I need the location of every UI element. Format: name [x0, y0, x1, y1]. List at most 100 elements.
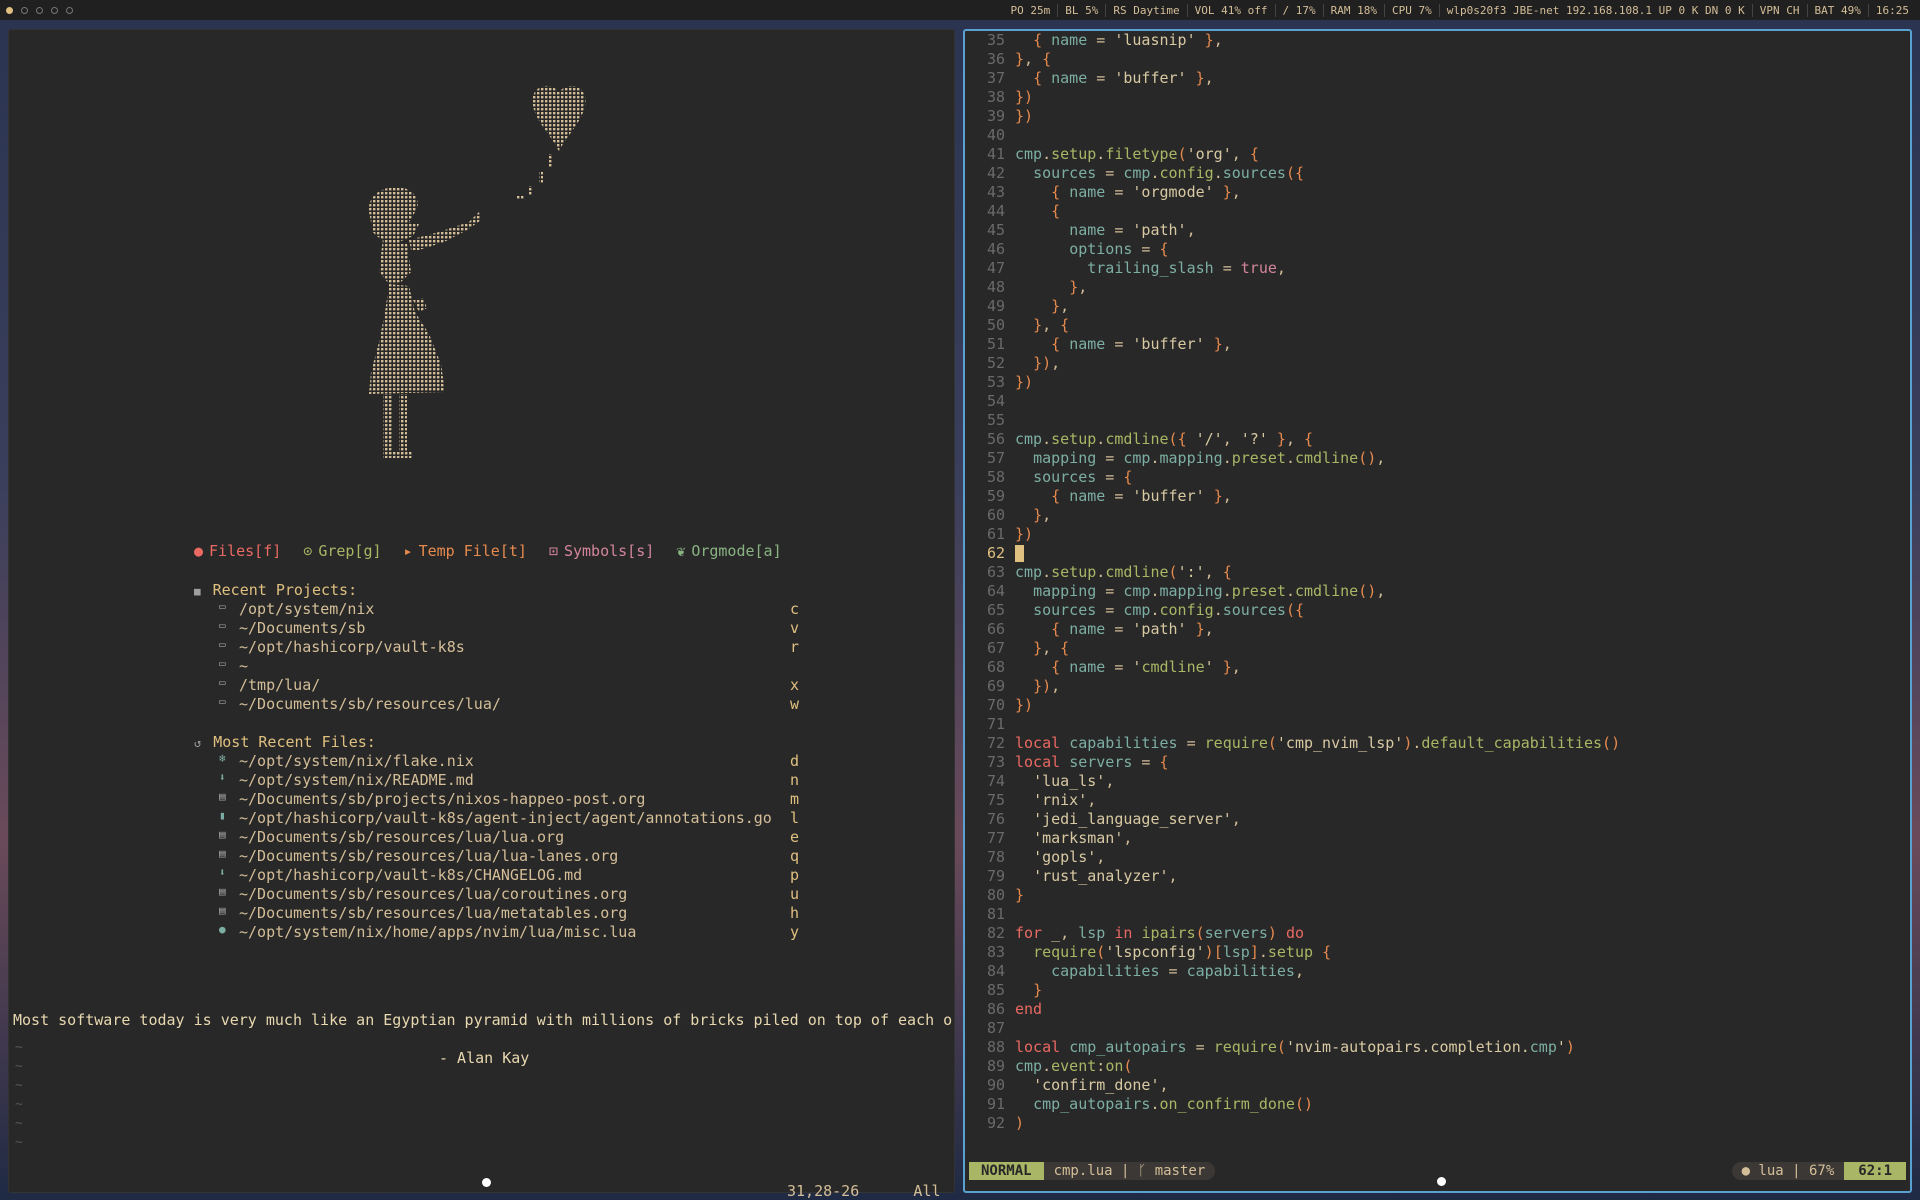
code-line[interactable]: 60 }, [965, 506, 1910, 525]
code-line[interactable]: 48 }, [965, 278, 1910, 297]
recent-file-item[interactable]: ❄ ~/opt/system/nix/flake.nix d [219, 752, 799, 770]
code-line[interactable]: 57 mapping = cmp.mapping.preset.cmdline(… [965, 449, 1910, 468]
line-text: { name = 'buffer' }, [1051, 487, 1232, 505]
code-line[interactable]: 43 { name = 'orgmode' }, [965, 183, 1910, 202]
recent-project-item[interactable]: ▭ /tmp/lua/x [219, 676, 799, 694]
code-line[interactable]: 61}) [965, 525, 1910, 544]
workspace-1-icon[interactable] [6, 6, 13, 14]
code-line[interactable]: 54 [965, 392, 1910, 411]
code-line[interactable]: 39}) [965, 107, 1910, 126]
workspace-5-icon[interactable] [66, 6, 73, 14]
code-line[interactable]: 71 [965, 715, 1910, 734]
code-line[interactable]: 58 sources = { [965, 468, 1910, 487]
file-type-icon: ▤ [219, 885, 226, 898]
code-line[interactable]: 81 [965, 905, 1910, 924]
recent-file-item[interactable]: ● ~/opt/system/nix/home/apps/nvim/lua/mis… [219, 923, 799, 941]
line-number: 80 [986, 886, 1005, 904]
line-text: sources = cmp.config.sources({ [1033, 601, 1304, 619]
status-item: / 17% [1276, 3, 1324, 17]
code-line[interactable]: 74 'lua_ls', [965, 772, 1910, 791]
line-number: 87 [986, 1019, 1005, 1037]
code-line[interactable]: 56 cmp.setup.cmdline({ '/', '?' }, { [965, 430, 1910, 449]
recent-project-item[interactable]: ▭ /opt/system/nix c [219, 600, 799, 618]
code-line[interactable]: 42 sources = cmp.config.sources({ [965, 164, 1910, 183]
code-line[interactable]: 86 end [965, 1000, 1910, 1019]
code-line[interactable]: 76 'jedi_language_server', [965, 810, 1910, 829]
files-button[interactable]: ● Files[f] [194, 542, 281, 560]
recent-project-item[interactable]: ▭ ~/Documents/sb v [219, 619, 799, 637]
code-line[interactable]: 46 options = { [965, 240, 1910, 259]
code-line[interactable]: 73 local servers = { [965, 753, 1910, 772]
recent-project-item[interactable]: ▭ ~ [219, 657, 799, 675]
grep-label: Grep[g] [318, 542, 382, 560]
recent-file-item[interactable]: ▤ ~/Documents/sb/resources/lua/coroutines… [219, 885, 799, 903]
dashboard-pane[interactable]: ● Files[f] ⊙ Grep[g] ▸ Temp File[t] ⊡ Symbol… [8, 29, 955, 1200]
recent-file-item[interactable]: ▤ ~/Documents/sb/resources/lua/lua-lanes.… [219, 847, 799, 865]
workspace-4-icon[interactable] [51, 6, 58, 14]
code-line[interactable]: 62 [965, 544, 1910, 563]
code-line[interactable]: 66 { name = 'path' }, [965, 620, 1910, 639]
code-line[interactable]: 50 }, { [965, 316, 1910, 335]
line-number: 74 [986, 772, 1005, 790]
code-line[interactable]: 35 { name = 'luasnip' }, [965, 31, 1910, 50]
code-line[interactable]: 92) [965, 1114, 1910, 1133]
code-line[interactable]: 36}, { [965, 50, 1910, 69]
code-line[interactable]: 85 } [965, 981, 1910, 1000]
recent-file-item[interactable]: ▮ ~/opt/hashicorp/vault-k8s/agent-inject/… [219, 809, 799, 827]
workspace-2-icon[interactable] [21, 6, 28, 14]
code-line[interactable]: 67 }, { [965, 639, 1910, 658]
code-line[interactable]: 55 [965, 411, 1910, 430]
recent-file-item[interactable]: ▤ ~/Documents/sb/projects/nixos-happeo-po… [219, 790, 799, 808]
code-line[interactable]: 68 { name = 'cmdline' }, [965, 658, 1910, 677]
code-line[interactable]: 89 cmp.event:on( [965, 1057, 1910, 1076]
workspace-indicators[interactable] [0, 6, 73, 14]
code-line[interactable]: 49 }, [965, 297, 1910, 316]
recent-file-item[interactable]: ⬇ ~/opt/hashicorp/vault-k8s/CHANGELOG.md p [219, 866, 799, 884]
code-line[interactable]: 80} [965, 886, 1910, 905]
code-line[interactable]: 69 }), [965, 677, 1910, 696]
temp-file-button[interactable]: ▸ Temp File[t] [404, 542, 527, 560]
code-line[interactable]: 59 { name = 'buffer' }, [965, 487, 1910, 506]
code-line[interactable]: 41 cmp.setup.filetype('org', { [965, 145, 1910, 164]
recent-file-item[interactable]: ▤ ~/Documents/sb/resources/lua/lua.org e [219, 828, 799, 846]
code-line[interactable]: 83 require('lspconfig')[lsp].setup { [965, 943, 1910, 962]
code-line[interactable]: 78 'gopls', [965, 848, 1910, 867]
code-line[interactable]: 88 local cmp_autopairs = require('nvim-au… [965, 1038, 1910, 1057]
grep-button[interactable]: ⊙ Grep[g] [303, 542, 381, 560]
file-type-icon: ▤ [219, 828, 226, 841]
code-line[interactable]: 84 capabilities = capabilities, [965, 962, 1910, 981]
recent-project-item[interactable]: ▭ ~/opt/hashicorp/vault-k8s r [219, 638, 799, 656]
empty-line-marker: ~ [15, 1059, 23, 1074]
code-line[interactable]: 75 'rnix', [965, 791, 1910, 810]
recent-file-item[interactable]: ▤ ~/Documents/sb/resources/lua/metatables… [219, 904, 799, 922]
editor-pane[interactable]: 35 { name = 'luasnip' }, 36}, {37 { name … [963, 29, 1912, 1193]
code-line[interactable]: 70}) [965, 696, 1910, 715]
code-line[interactable]: 37 { name = 'buffer' }, [965, 69, 1910, 88]
orgmode-button[interactable]: ❦ Orgmode[a] [676, 542, 781, 560]
code-line[interactable]: 90 'confirm_done', [965, 1076, 1910, 1095]
workspace-3-icon[interactable] [36, 6, 43, 14]
code-line[interactable]: 63 cmp.setup.cmdline(':', { [965, 563, 1910, 582]
symbols-button[interactable]: ⊡ Symbols[s] [549, 542, 654, 560]
code-buffer[interactable]: 35 { name = 'luasnip' }, 36}, {37 { name … [965, 31, 1910, 1136]
code-line[interactable]: 38}) [965, 88, 1910, 107]
code-line[interactable]: 65 sources = cmp.config.sources({ [965, 601, 1910, 620]
recent-project-item[interactable]: ▭ ~/Documents/sb/resources/lua/w [219, 695, 799, 713]
code-line[interactable]: 51 { name = 'buffer' }, [965, 335, 1910, 354]
code-line[interactable]: 52 }), [965, 354, 1910, 373]
line-number: 67 [986, 639, 1005, 657]
code-line[interactable]: 87 [965, 1019, 1910, 1038]
project-icon: ▭ [219, 600, 226, 613]
code-line[interactable]: 82 for _, lsp in ipairs(servers) do [965, 924, 1910, 943]
code-line[interactable]: 77 'marksman', [965, 829, 1910, 848]
code-line[interactable]: 47 trailing_slash = true, [965, 259, 1910, 278]
code-line[interactable]: 72 local capabilities = require('cmp_nvim… [965, 734, 1910, 753]
code-line[interactable]: 79 'rust_analyzer', [965, 867, 1910, 886]
recent-file-item[interactable]: ⬇ ~/opt/system/nix/README.md n [219, 771, 799, 789]
code-line[interactable]: 44 { [965, 202, 1910, 221]
code-line[interactable]: 53}) [965, 373, 1910, 392]
code-line[interactable]: 91 cmp_autopairs.on_confirm_done() [965, 1095, 1910, 1114]
code-line[interactable]: 45 name = 'path', [965, 221, 1910, 240]
code-line[interactable]: 64 mapping = cmp.mapping.preset.cmdline(… [965, 582, 1910, 601]
code-line[interactable]: 40 [965, 126, 1910, 145]
